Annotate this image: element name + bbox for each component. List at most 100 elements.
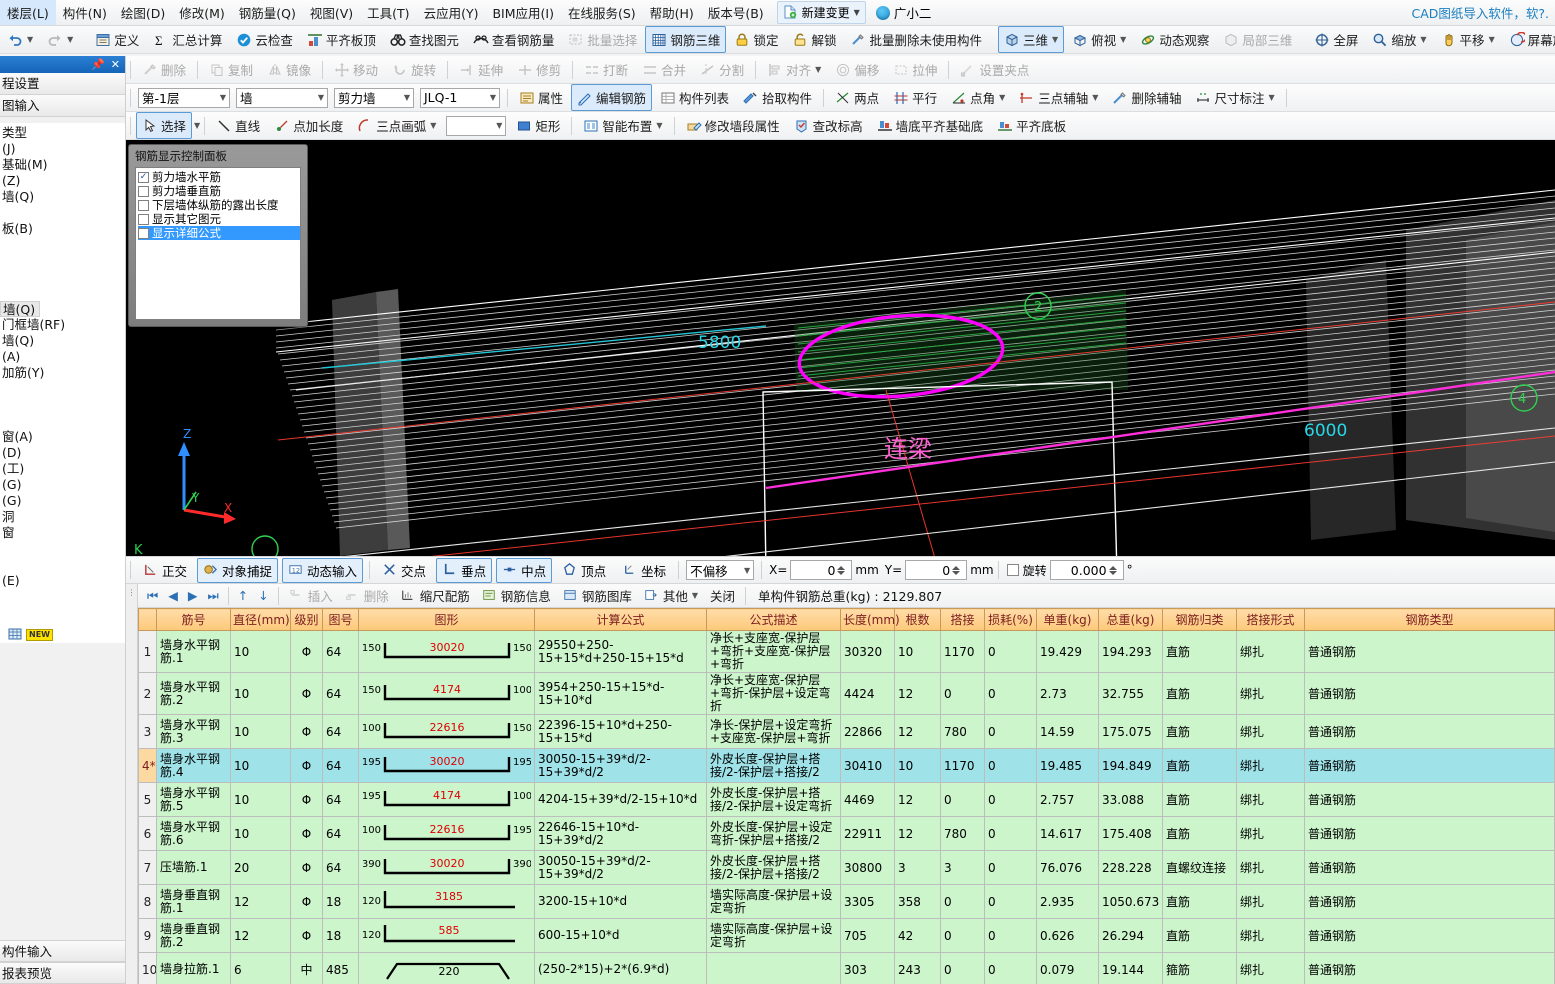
cell-shape[interactable]: 22616 100 150 xyxy=(358,714,535,749)
cell-fig-no[interactable]: 64 xyxy=(322,672,359,715)
cell-total-weight[interactable]: 26.294 xyxy=(1098,918,1163,953)
cell-length[interactable]: 30410 xyxy=(840,748,895,783)
draw-mode-select[interactable]: ▼ xyxy=(446,115,507,136)
cell-grade[interactable]: 中 xyxy=(290,952,323,984)
tree-node-27[interactable]: (E) xyxy=(0,573,125,589)
lock-button[interactable]: 锁定 xyxy=(728,26,784,53)
cell-diameter[interactable]: 20 xyxy=(230,850,291,885)
cell-lap-form[interactable]: 绑扎 xyxy=(1236,918,1305,953)
new-change-button[interactable]: 新建变更 ▼ xyxy=(776,1,866,24)
cell-fig-no[interactable]: 64 xyxy=(322,714,359,749)
rotate-input[interactable] xyxy=(1049,560,1124,580)
menu-floor[interactable]: 楼层(L) xyxy=(0,0,56,25)
menu-bim-app[interactable]: BIM应用(I) xyxy=(485,0,561,25)
cell-formula[interactable]: (250-2*15)+2*(6.9*d) xyxy=(534,952,707,984)
cell-rebar-type[interactable]: 普通钢筋 xyxy=(1304,782,1555,817)
cell-grade[interactable]: Φ xyxy=(290,884,323,919)
rotate-value-input[interactable] xyxy=(1050,561,1109,579)
cell-fig-no[interactable]: 64 xyxy=(322,850,359,885)
three-dimension-button[interactable]: 三维 ▼ xyxy=(997,26,1065,53)
cell-class[interactable]: 直筋 xyxy=(1162,884,1237,919)
cell-diameter[interactable]: 6 xyxy=(230,952,291,984)
break-button[interactable]: 打断 xyxy=(578,56,634,83)
cell-formula[interactable]: 22646-15+10*d-15+39*d/2 xyxy=(534,816,707,851)
rebar-option-lower-exposed[interactable]: 下层墙体纵筋的露出长度 xyxy=(138,198,300,212)
define-button[interactable]: 定义 xyxy=(89,26,145,53)
cell-lap-form[interactable]: 绑扎 xyxy=(1236,884,1305,919)
cell-total-weight[interactable]: 175.075 xyxy=(1098,714,1163,749)
dynamic-input-toggle[interactable]: 12 动态输入 xyxy=(282,557,364,583)
rebar-option-show-others[interactable]: 显示其它图元 xyxy=(138,212,300,226)
x-input[interactable] xyxy=(791,561,838,579)
cell-lap-form[interactable]: 绑扎 xyxy=(1236,748,1305,783)
close-table-button[interactable]: 关闭 xyxy=(705,584,740,607)
cell-length[interactable]: 22866 xyxy=(840,714,895,749)
cad-import-hint[interactable]: CAD图纸导入软件，软?. xyxy=(1411,3,1549,22)
table-row[interactable]: 9 墙身垂直钢筋.2 12 Φ 18 585 120 600-15+10*d 墙实际高度-保护层… xyxy=(138,918,1555,953)
cell-rebar-no[interactable]: 墙身垂直钢筋.1 xyxy=(156,884,231,919)
cell-desc[interactable]: 净长+支座宽-保护层+弯折+支座宽-保护层+弯折 xyxy=(706,630,841,673)
th-formula[interactable]: 计算公式 xyxy=(534,608,707,631)
cell-lap[interactable]: 0 xyxy=(940,918,985,953)
cell-fig-no[interactable]: 64 xyxy=(322,816,359,851)
close-icon[interactable]: ✕ xyxy=(111,58,120,71)
set-grip-button[interactable]: 设置夹点 xyxy=(954,56,1035,83)
new-feature-marker[interactable]: NEW xyxy=(8,627,53,643)
cell-length[interactable]: 4424 xyxy=(840,672,895,715)
cell-desc[interactable] xyxy=(706,952,841,984)
mirror-button[interactable]: 镜像 xyxy=(261,56,317,83)
cell-loss[interactable]: 0 xyxy=(984,748,1037,783)
first-record-button[interactable]: ⏮ xyxy=(142,586,163,606)
cell-fig-no[interactable]: 18 xyxy=(322,884,359,919)
unlock-button[interactable]: 解锁 xyxy=(786,26,842,53)
menu-member[interactable]: 构件(N) xyxy=(56,0,114,25)
menu-online-service[interactable]: 在线服务(S) xyxy=(561,0,643,25)
cell-lap[interactable]: 0 xyxy=(940,782,985,817)
cell-shape[interactable]: 3185 120 xyxy=(358,884,535,919)
cell-grade[interactable]: Φ xyxy=(290,850,323,885)
select-tool-caret[interactable]: ▼ xyxy=(194,121,200,130)
checkbox-icon[interactable] xyxy=(138,185,149,197)
batch-delete-unused-button[interactable]: 批量删除未使用构件 xyxy=(844,26,988,53)
th-class[interactable]: 钢筋归类 xyxy=(1162,608,1237,631)
cell-class[interactable]: 直筋 xyxy=(1162,672,1237,715)
cell-class[interactable]: 直螺纹连接 xyxy=(1162,850,1237,885)
rectangle-button[interactable]: 矩形 xyxy=(510,112,566,139)
cell-class[interactable]: 直筋 xyxy=(1162,630,1237,673)
tree-node-1[interactable]: 基础(M) xyxy=(0,157,125,173)
cell-fig-no[interactable]: 18 xyxy=(322,918,359,953)
table-row[interactable]: 2 墙身水平钢筋.2 10 Φ 64 4174 150 100 3954+250-15+15*d… xyxy=(138,672,1555,715)
tree-node-24[interactable]: 窗 xyxy=(0,525,125,541)
cell-lap[interactable]: 3 xyxy=(940,850,985,885)
sidebar-tab-drawing-input[interactable]: 图输入 xyxy=(0,95,125,117)
move-up-button[interactable]: ↑ xyxy=(233,586,253,605)
smart-layout-button[interactable]: 智能布置 ▼ xyxy=(577,112,668,139)
cell-shape[interactable]: 4174 150 100 xyxy=(358,672,535,715)
cell-count[interactable]: 243 xyxy=(894,952,941,984)
prev-record-button[interactable]: ◀ xyxy=(163,586,183,605)
tree-node-18[interactable]: 窗(A) xyxy=(0,429,125,445)
cell-rownum[interactable]: 7 xyxy=(138,850,157,885)
cell-grade[interactable]: Φ xyxy=(290,630,323,673)
th-fig-no[interactable]: 图号 xyxy=(322,608,359,631)
cell-diameter[interactable]: 12 xyxy=(230,918,291,953)
th-diameter[interactable]: 直径(mm) xyxy=(230,608,291,631)
cell-fig-no[interactable]: 64 xyxy=(322,782,359,817)
find-element-button[interactable]: 查找图元 xyxy=(384,26,465,53)
cell-grade[interactable]: Φ xyxy=(290,782,323,817)
rebar-info-button[interactable]: 钢筋信息 xyxy=(477,584,556,607)
rebar-library-button[interactable]: 钢筋图库 xyxy=(558,584,637,607)
menu-draw[interactable]: 绘图(D) xyxy=(114,0,172,25)
orbit-button[interactable]: 动态观察 xyxy=(1134,26,1215,53)
member-select[interactable]: JLQ-1 ▼ xyxy=(420,87,500,108)
cell-lap[interactable]: 0 xyxy=(940,884,985,919)
zoom-button[interactable]: 缩放 ▼ xyxy=(1366,26,1432,53)
ortho-toggle[interactable]: 正交 xyxy=(137,558,193,583)
cell-shape[interactable]: 30020 390 390 xyxy=(358,850,535,885)
table-row[interactable]: 3 墙身水平钢筋.3 10 Φ 64 22616 100 150 22396-15+10*d+2… xyxy=(138,714,1555,749)
table-row[interactable]: 10 墙身拉筋.1 6 中 485 220 (250-2*15)+2*(6.9*d) 303 2… xyxy=(138,952,1555,984)
delete-row-button[interactable]: 删除 xyxy=(340,584,394,607)
align-bottom-slab-button[interactable]: 平齐底板 xyxy=(991,112,1072,139)
category-select[interactable]: 墙 ▼ xyxy=(236,87,328,108)
cell-class[interactable]: 直筋 xyxy=(1162,918,1237,953)
